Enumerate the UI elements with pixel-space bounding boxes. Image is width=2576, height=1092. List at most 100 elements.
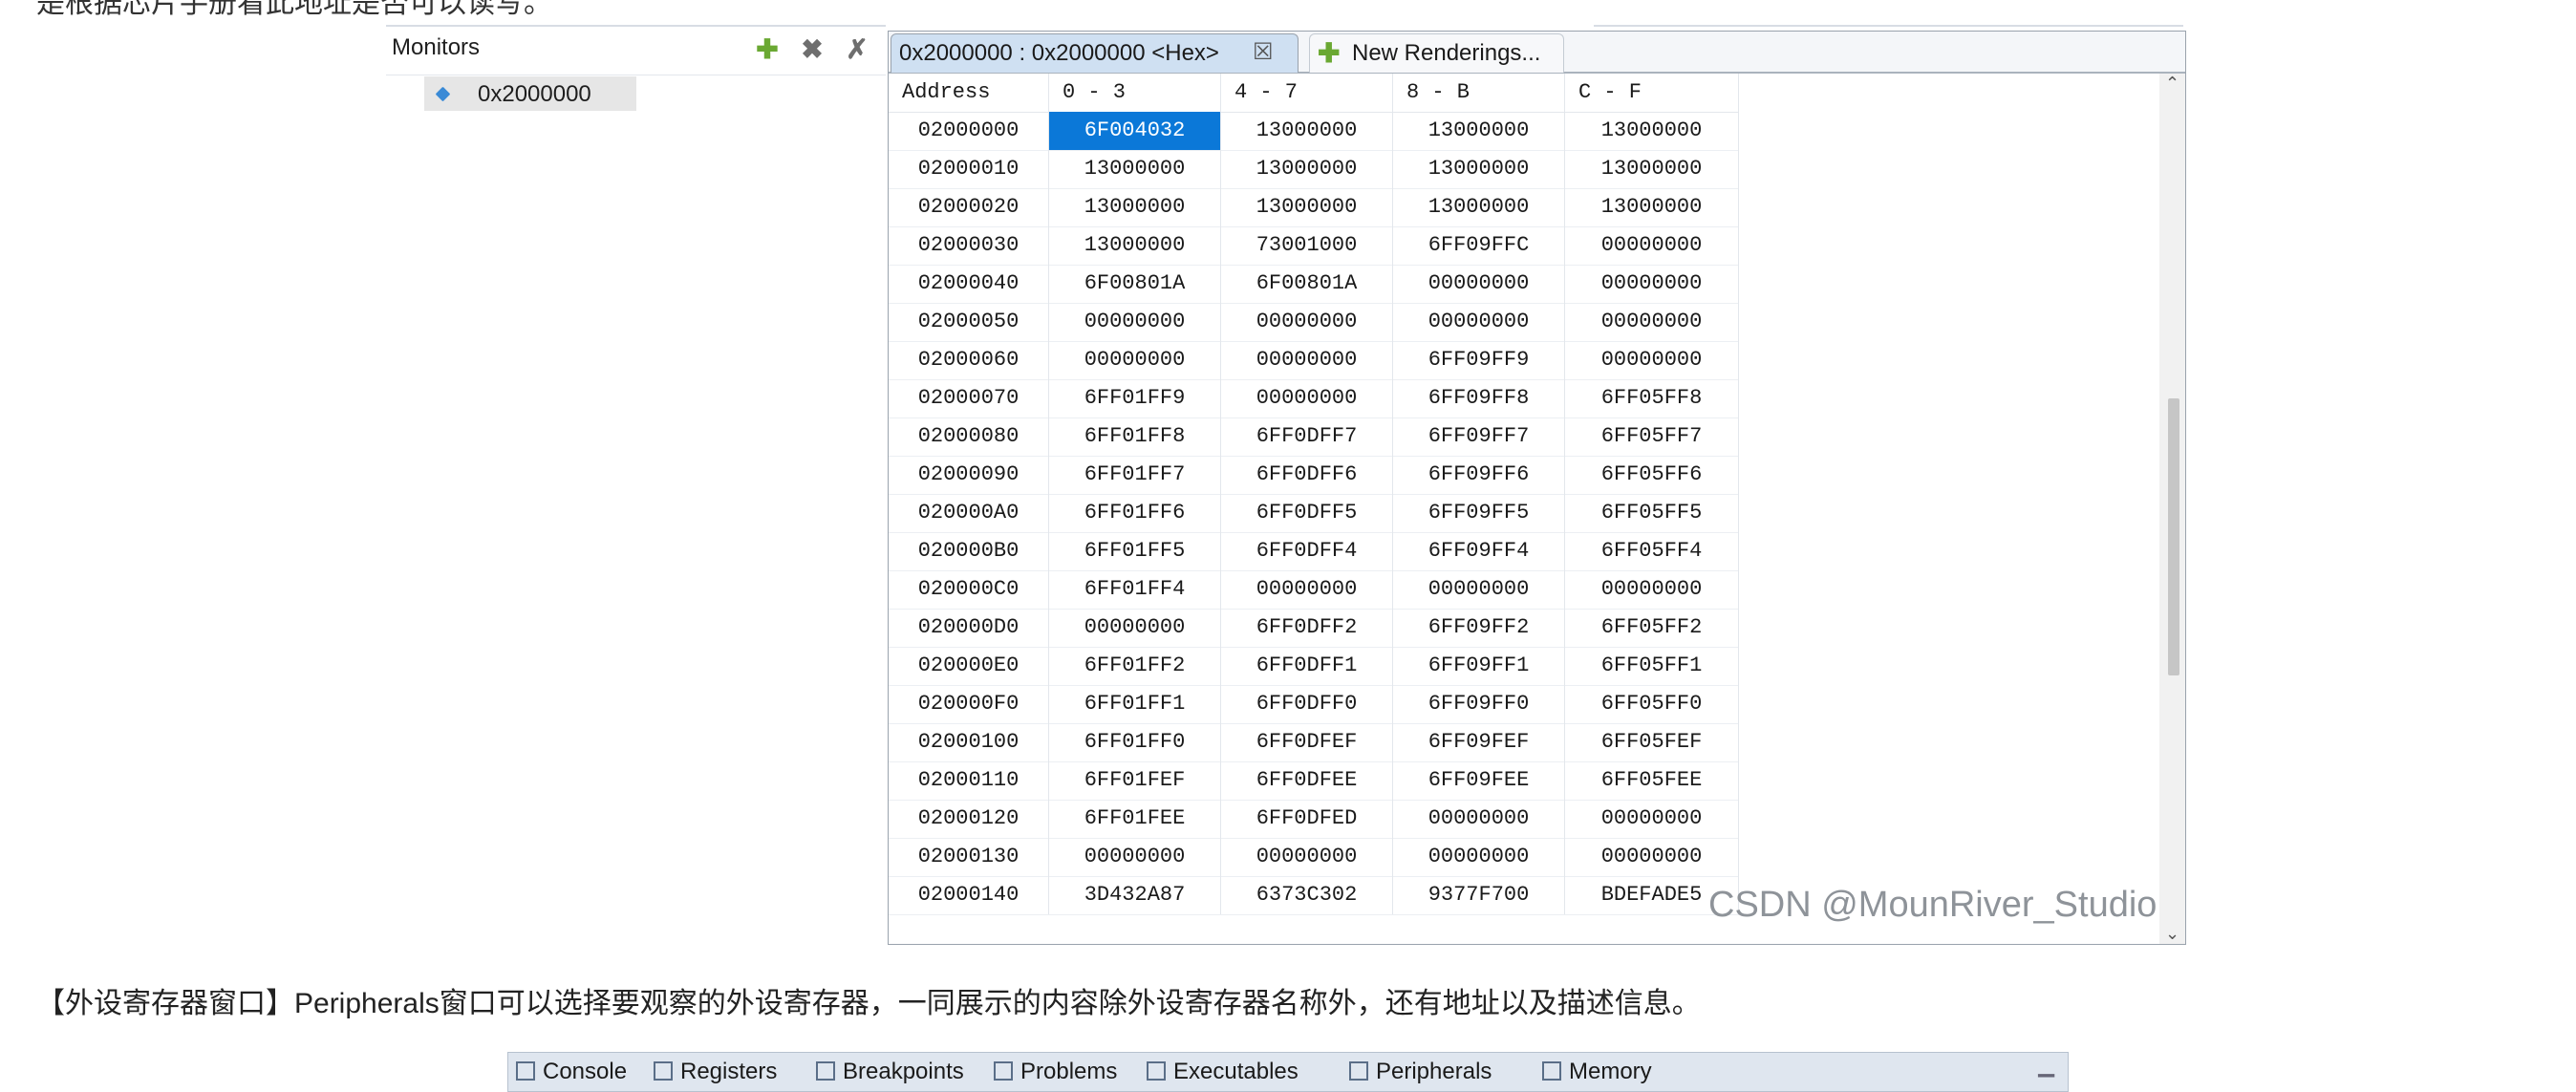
memory-cell[interactable]: 73001000: [1221, 226, 1393, 265]
scroll-down-icon[interactable]: ⌄: [2165, 924, 2179, 944]
memory-cell[interactable]: 00000000: [1393, 303, 1565, 341]
memory-cell[interactable]: 6FF01FEF: [1049, 761, 1221, 800]
memory-cell[interactable]: 00000000: [1221, 303, 1393, 341]
column-header-c-f[interactable]: C - F: [1565, 74, 1739, 112]
memory-cell[interactable]: 13000000: [1049, 188, 1221, 226]
tab-registers[interactable]: Registers: [654, 1059, 777, 1085]
memory-cell[interactable]: 6FF01FEE: [1049, 800, 1221, 838]
memory-cell[interactable]: 6FF0DFEE: [1221, 761, 1393, 800]
memory-cell[interactable]: 6FF01FF2: [1049, 647, 1221, 685]
remove-monitor-icon[interactable]: ✖: [798, 35, 826, 64]
minimize-icon[interactable]: ▁: [2038, 1053, 2054, 1078]
memory-cell[interactable]: 13000000: [1221, 150, 1393, 188]
memory-cell[interactable]: 13000000: [1393, 150, 1565, 188]
tab-memory[interactable]: Memory: [1542, 1059, 1652, 1085]
tab-breakpoints[interactable]: Breakpoints: [816, 1059, 964, 1085]
monitor-item[interactable]: 0x2000000: [424, 76, 636, 111]
memory-cell[interactable]: 6FF01FF1: [1049, 685, 1221, 723]
vertical-scrollbar[interactable]: ⌃ ⌄: [2159, 74, 2185, 944]
memory-cell[interactable]: 00000000: [1565, 570, 1739, 609]
memory-cell[interactable]: 13000000: [1565, 188, 1739, 226]
memory-cell[interactable]: 6FF09FF4: [1393, 532, 1565, 570]
memory-cell[interactable]: 6FF0DFF0: [1221, 685, 1393, 723]
tab-problems[interactable]: Problems: [994, 1059, 1117, 1085]
memory-cell[interactable]: 00000000: [1565, 226, 1739, 265]
memory-cell[interactable]: 00000000: [1221, 341, 1393, 379]
column-header-8-b[interactable]: 8 - B: [1393, 74, 1565, 112]
memory-cell[interactable]: 13000000: [1565, 112, 1739, 150]
memory-cell[interactable]: 00000000: [1221, 379, 1393, 418]
memory-cell[interactable]: 6FF01FF5: [1049, 532, 1221, 570]
tab-hex-rendering[interactable]: 0x2000000 : 0x2000000 <Hex> ☒: [891, 33, 1299, 73]
close-icon[interactable]: ☒: [1253, 38, 1274, 66]
tab-executables[interactable]: Executables: [1147, 1059, 1299, 1085]
memory-cell[interactable]: 13000000: [1049, 150, 1221, 188]
memory-cell[interactable]: 00000000: [1049, 609, 1221, 647]
scroll-up-icon[interactable]: ⌃: [2165, 74, 2179, 94]
memory-cell[interactable]: 6FF05FF0: [1565, 685, 1739, 723]
tab-console[interactable]: Console: [516, 1059, 627, 1085]
memory-cell[interactable]: 6FF05FF7: [1565, 418, 1739, 456]
memory-cell[interactable]: 6FF09FF2: [1393, 609, 1565, 647]
memory-cell[interactable]: 00000000: [1393, 838, 1565, 876]
memory-cell[interactable]: 6FF05FEE: [1565, 761, 1739, 800]
memory-cell[interactable]: 6FF09FF9: [1393, 341, 1565, 379]
memory-cell[interactable]: 6FF05FEF: [1565, 723, 1739, 761]
memory-cell[interactable]: 6FF09FEE: [1393, 761, 1565, 800]
memory-cell[interactable]: 13000000: [1221, 112, 1393, 150]
column-header-0-3[interactable]: 0 - 3: [1049, 74, 1221, 112]
memory-cell[interactable]: 00000000: [1221, 838, 1393, 876]
memory-cell[interactable]: 6F00801A: [1049, 265, 1221, 303]
memory-cell[interactable]: 6FF09FF7: [1393, 418, 1565, 456]
memory-cell[interactable]: 6FF01FF6: [1049, 494, 1221, 532]
memory-cell[interactable]: 00000000: [1393, 570, 1565, 609]
memory-cell[interactable]: 6FF01FF4: [1049, 570, 1221, 609]
memory-cell[interactable]: 6FF0DFF2: [1221, 609, 1393, 647]
memory-cell[interactable]: 6FF09FF0: [1393, 685, 1565, 723]
memory-cell[interactable]: 00000000: [1565, 303, 1739, 341]
memory-cell[interactable]: 6FF01FF9: [1049, 379, 1221, 418]
tab-new-renderings[interactable]: ✚ New Renderings...: [1309, 33, 1564, 73]
memory-cell[interactable]: 6FF05FF2: [1565, 609, 1739, 647]
memory-cell[interactable]: 00000000: [1049, 838, 1221, 876]
memory-cell[interactable]: 6FF09FF5: [1393, 494, 1565, 532]
tab-peripherals[interactable]: Peripherals: [1349, 1059, 1492, 1085]
memory-cell[interactable]: 00000000: [1565, 838, 1739, 876]
memory-cell[interactable]: 00000000: [1049, 341, 1221, 379]
memory-cell[interactable]: 00000000: [1393, 800, 1565, 838]
add-monitor-icon[interactable]: ✚: [753, 35, 782, 64]
memory-cell[interactable]: 6FF05FF8: [1565, 379, 1739, 418]
scrollbar-thumb[interactable]: [2168, 398, 2179, 675]
memory-cell[interactable]: 6FF0DFEF: [1221, 723, 1393, 761]
memory-cell[interactable]: 13000000: [1565, 150, 1739, 188]
remove-all-monitors-icon[interactable]: ✗: [843, 35, 871, 64]
memory-cell[interactable]: 6FF0DFF5: [1221, 494, 1393, 532]
memory-cell[interactable]: 6FF05FF1: [1565, 647, 1739, 685]
memory-cell[interactable]: 6FF01FF0: [1049, 723, 1221, 761]
memory-cell[interactable]: 00000000: [1049, 303, 1221, 341]
memory-cell[interactable]: 6FF0DFF4: [1221, 532, 1393, 570]
memory-cell[interactable]: 6F00801A: [1221, 265, 1393, 303]
memory-cell[interactable]: 6FF0DFF7: [1221, 418, 1393, 456]
memory-cell[interactable]: 6FF09FEF: [1393, 723, 1565, 761]
memory-cell[interactable]: 6F004032: [1049, 112, 1221, 150]
memory-cell[interactable]: 6FF05FF6: [1565, 456, 1739, 494]
memory-cell[interactable]: 13000000: [1393, 112, 1565, 150]
memory-cell[interactable]: 6FF09FFC: [1393, 226, 1565, 265]
memory-cell[interactable]: 6FF09FF1: [1393, 647, 1565, 685]
memory-cell[interactable]: 00000000: [1393, 265, 1565, 303]
memory-cell[interactable]: 6FF0DFF1: [1221, 647, 1393, 685]
memory-cell[interactable]: 00000000: [1221, 570, 1393, 609]
memory-cell[interactable]: 13000000: [1049, 226, 1221, 265]
memory-cell[interactable]: 3D432A87: [1049, 876, 1221, 914]
memory-cell[interactable]: 6FF05FF4: [1565, 532, 1739, 570]
memory-cell[interactable]: 13000000: [1393, 188, 1565, 226]
column-header-4-7[interactable]: 4 - 7: [1221, 74, 1393, 112]
memory-cell[interactable]: 00000000: [1565, 265, 1739, 303]
memory-cell[interactable]: 00000000: [1565, 800, 1739, 838]
memory-cell[interactable]: 6FF0DFF6: [1221, 456, 1393, 494]
memory-cell[interactable]: 6FF01FF8: [1049, 418, 1221, 456]
memory-cell[interactable]: 6FF0DFED: [1221, 800, 1393, 838]
memory-cell[interactable]: 6FF09FF6: [1393, 456, 1565, 494]
memory-cell[interactable]: 6FF05FF5: [1565, 494, 1739, 532]
